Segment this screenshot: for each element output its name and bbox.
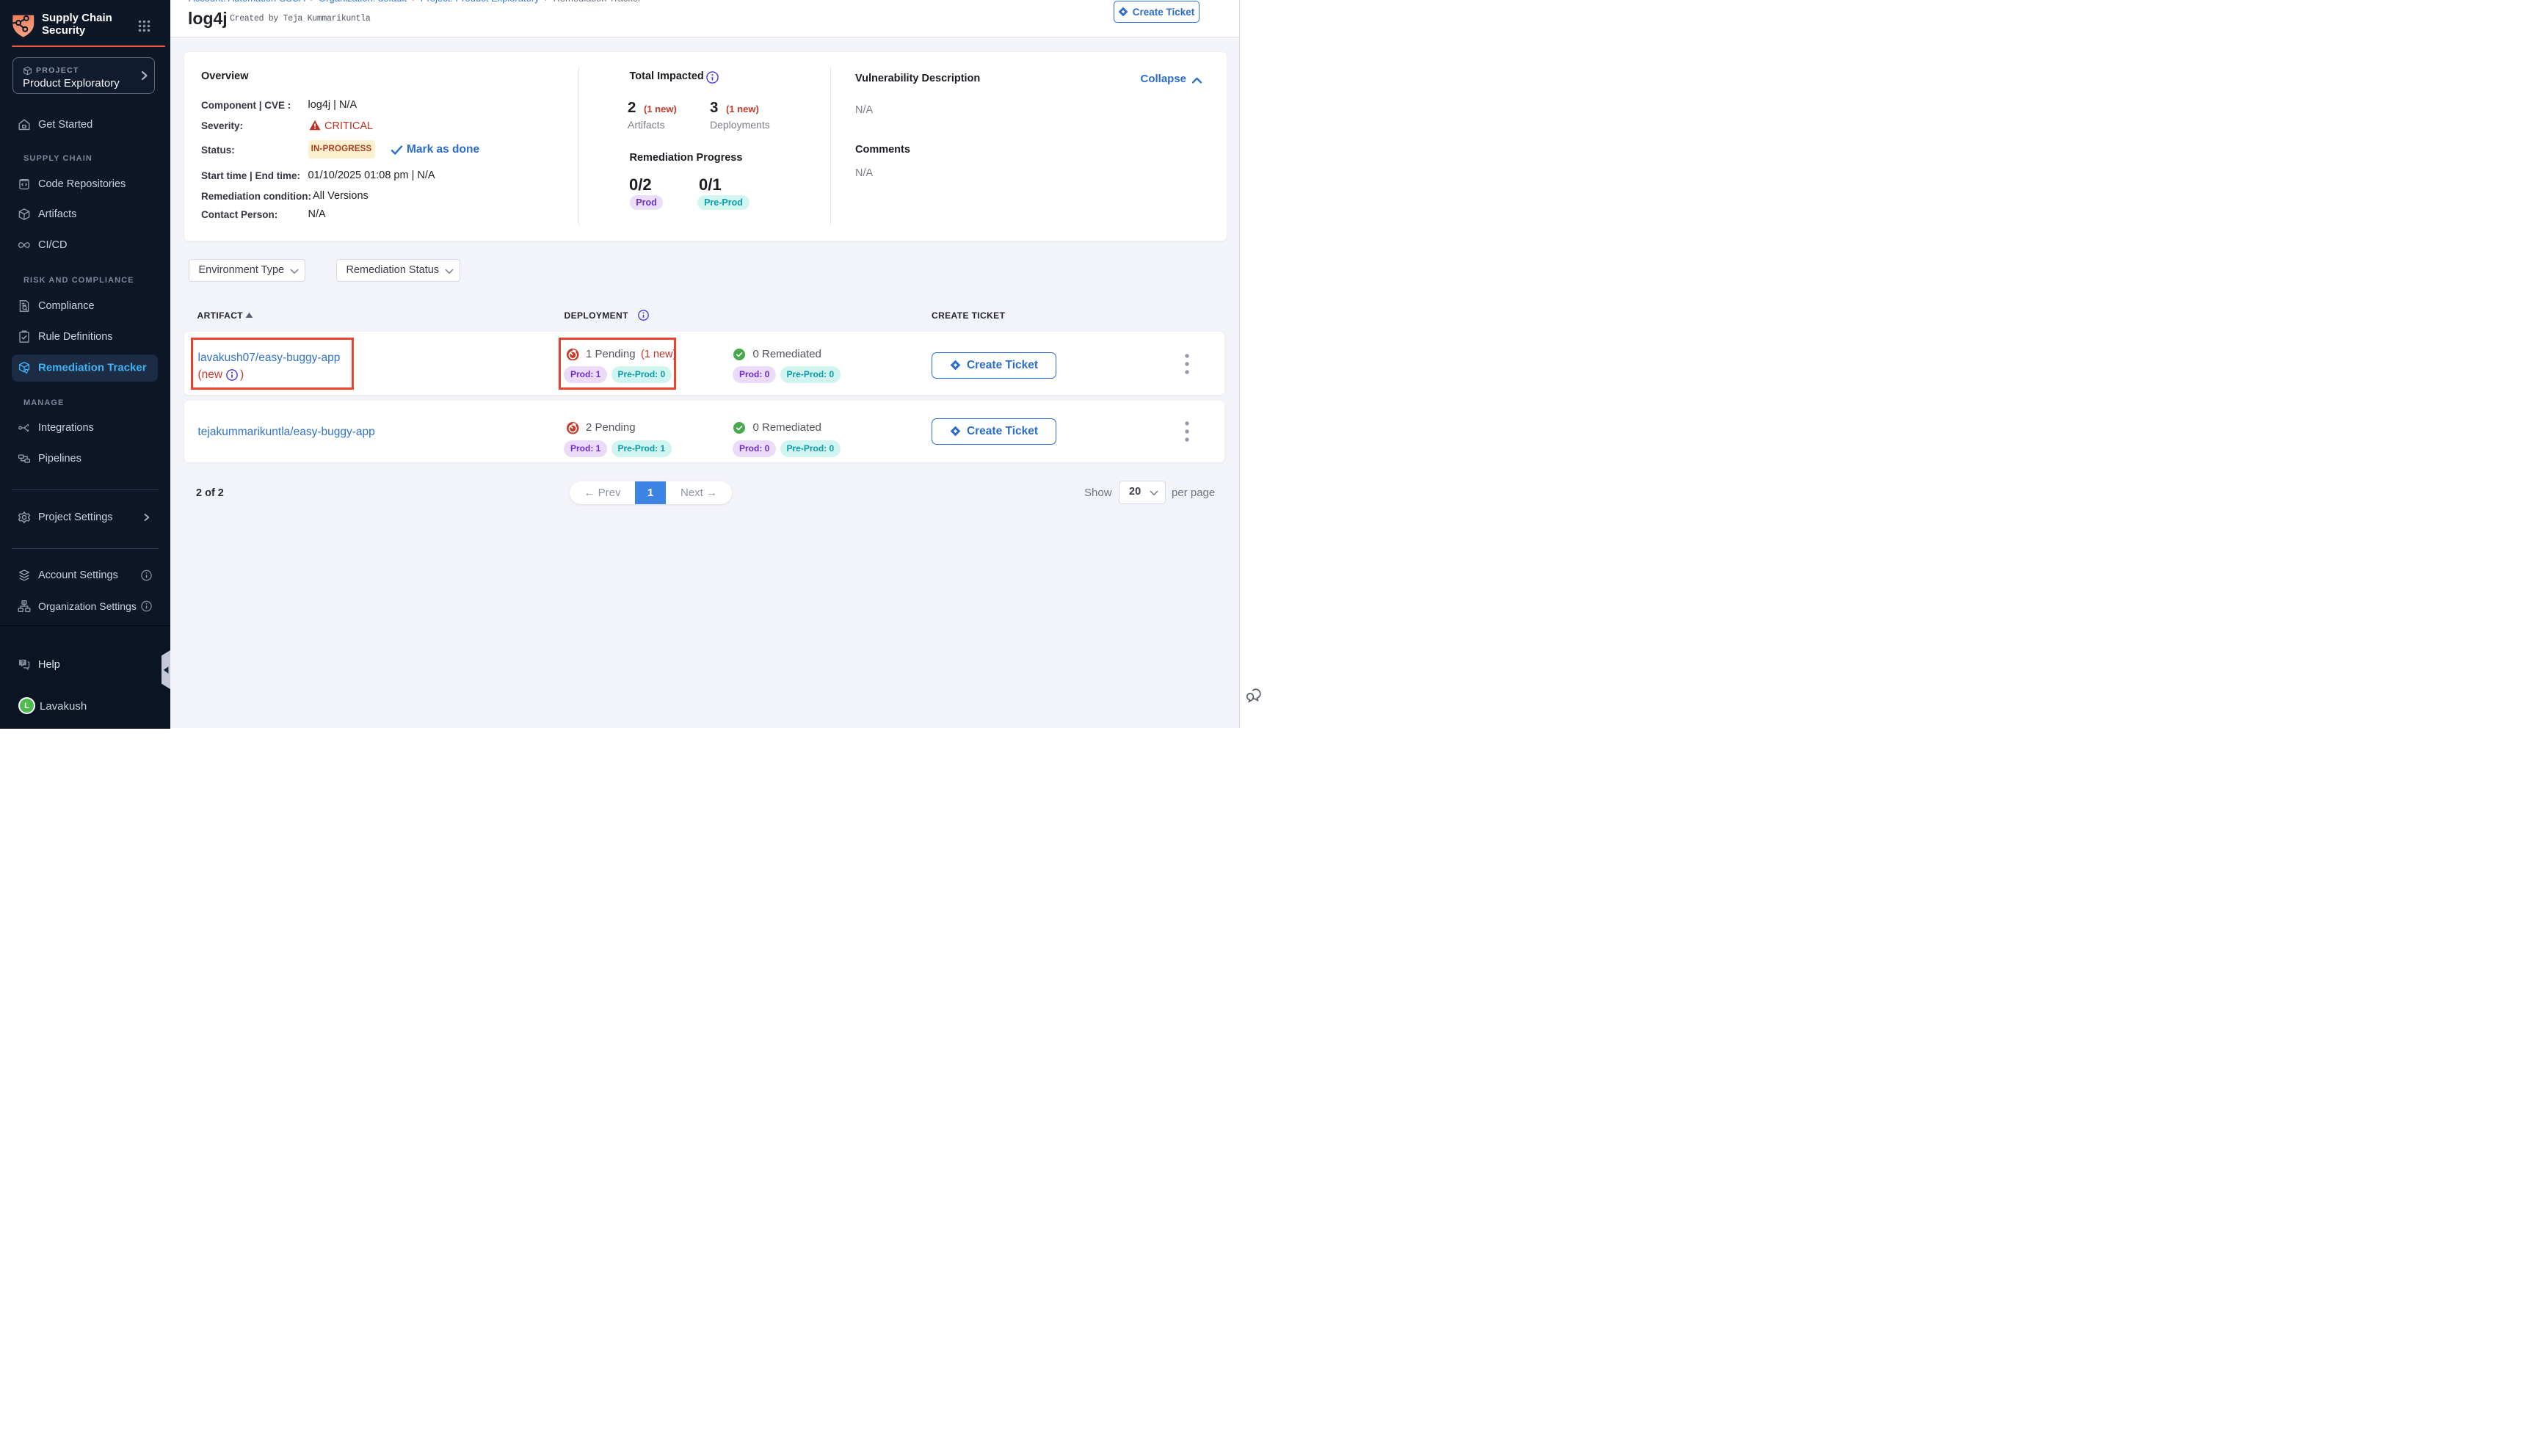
svg-text:?: ? [21,659,25,666]
